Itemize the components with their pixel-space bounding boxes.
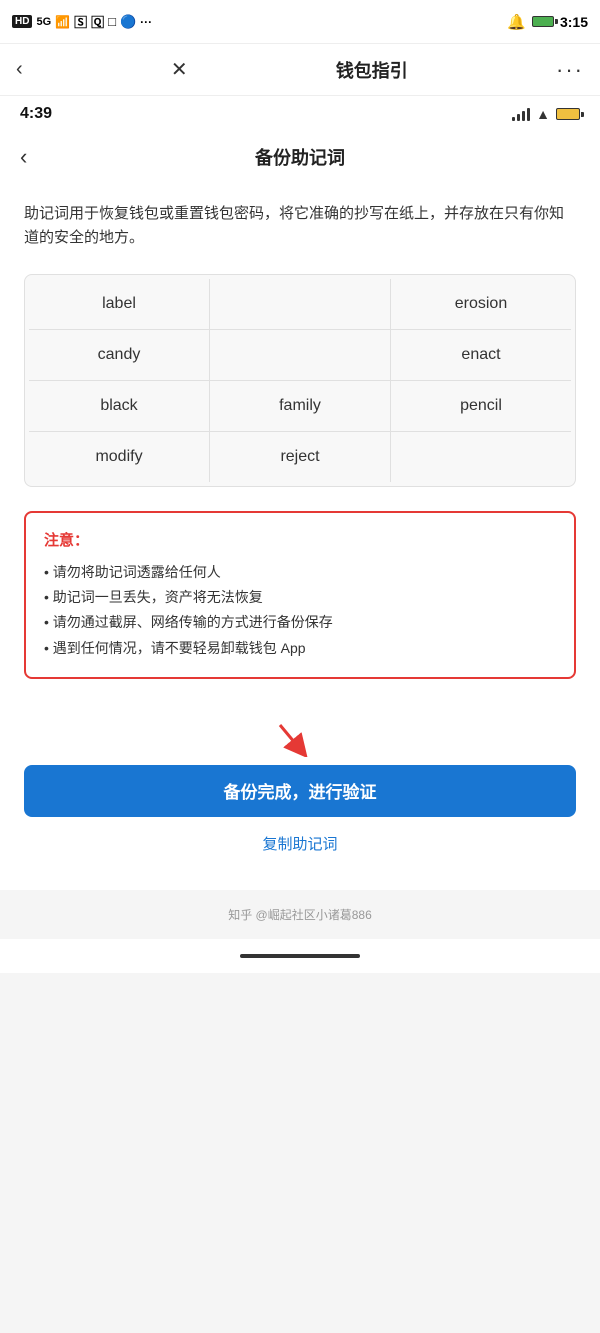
mnemonic-cell: black [29,381,210,431]
inner-back-button[interactable]: ‹ [20,144,27,170]
mnemonic-cell: enact [391,330,571,380]
outer-status-left: HD 5G 📶 🅂 🅀 □ 🔵 ··· [12,12,152,31]
app-icon-2: 🔵 [120,14,136,30]
copy-mnemonic-link[interactable]: 复制助记词 [24,833,576,854]
verify-button[interactable]: 备份完成，进行验证 [24,765,576,817]
red-arrow-container [24,717,576,757]
warning-item-1: • 请勿将助记词透露给任何人 [44,560,556,585]
content-area: 助记词用于恢复钱包或重置钱包密码，将它准确的抄写在纸上，并存放在只有你知道的安全… [0,182,600,727]
warning-box: 注意： • 请勿将助记词透露给任何人 • 助记词一旦丢失，资产将无法恢复 • 请… [24,511,576,679]
mnemonic-cell: family [210,381,391,431]
red-arrow-icon [270,717,330,757]
5g-icon: 5G [36,16,51,28]
mnemonic-cell: erosion [391,279,571,329]
hd-icon: HD [12,15,32,28]
description-text: 助记词用于恢复钱包或重置钱包密码，将它准确的抄写在纸上，并存放在只有你知道的安全… [24,202,576,250]
button-area: 备份完成，进行验证 复制助记词 [0,717,600,890]
mnemonic-grid: label erosion candy enact black family p… [24,274,576,487]
mnemonic-cell-empty [391,432,571,482]
inner-screen: 4:39 ▲ ‹ 备份助记词 助记词用于恢复钱包或重置钱包密码，将它准确的抄写在… [0,96,600,890]
warning-item-2: • 助记词一旦丢失，资产将无法恢复 [44,585,556,610]
inner-status-icons: ▲ [512,106,580,122]
app-icon-1: □ [108,14,116,29]
mnemonic-cell: reject [210,432,391,482]
inner-battery-icon [556,108,580,120]
outer-nav-title: 钱包指引 [336,57,408,83]
mnemonic-row: modify reject [29,432,571,482]
home-indicator [240,954,360,958]
warning-item-3: • 请勿通过截屏、网络传输的方式进行备份保存 [44,610,556,635]
outer-battery-icon [532,16,554,27]
inner-status-bar: 4:39 ▲ [0,96,600,132]
mnemonic-cell: pencil [391,381,571,431]
mnemonic-row: black family pencil [29,381,571,432]
mnemonic-cell: candy [29,330,210,380]
mnemonic-row: candy enact [29,330,571,381]
inner-time: 4:39 [20,105,52,123]
outer-status-bar: HD 5G 📶 🅂 🅀 □ 🔵 ··· 🔔 3:15 [0,0,600,44]
outer-time: 3:15 [560,14,588,30]
qq-icon: 🅀 [91,12,104,31]
signal-icon: 📶 [55,15,70,29]
weibo-icon: 🅂 [74,12,87,31]
footer: 知乎 @崛起社区小诸葛886 [0,890,600,939]
inner-signal-icon [512,107,530,121]
mnemonic-cell: modify [29,432,210,482]
inner-nav: ‹ 备份助记词 [0,132,600,182]
bell-icon: 🔔 [507,13,526,31]
outer-close-button[interactable]: ✕ [171,57,188,82]
mnemonic-row: label erosion [29,279,571,330]
mnemonic-cell-empty [210,330,391,380]
inner-wifi-icon: ▲ [536,106,550,122]
mnemonic-cell-empty [210,279,391,329]
warning-title: 注意： [44,529,556,550]
warning-item-4: • 遇到任何情况，请不要轻易卸载钱包 App [44,636,556,661]
bottom-bar [0,939,600,973]
inner-nav-title: 备份助记词 [255,144,345,170]
outer-back-button[interactable]: ‹ [16,58,23,81]
outer-status-right: 🔔 3:15 [507,13,588,31]
outer-more-button[interactable]: ··· [556,57,584,83]
more-apps-icon: ··· [140,15,152,29]
mnemonic-cell: label [29,279,210,329]
outer-nav: ‹ ✕ 钱包指引 ··· [0,44,600,96]
footer-text: 知乎 @崛起社区小诸葛886 [228,908,372,922]
